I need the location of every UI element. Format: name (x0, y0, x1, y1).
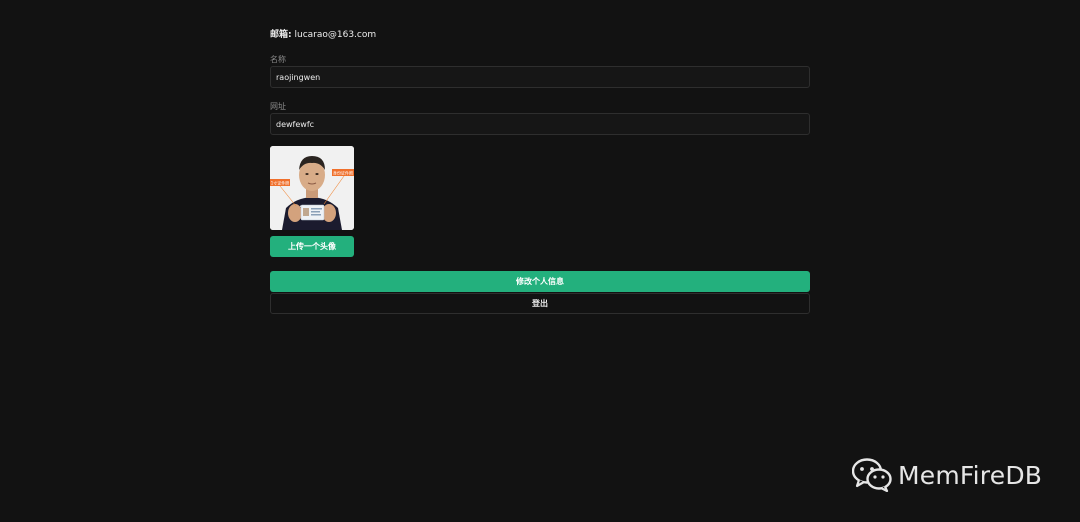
name-input[interactable] (270, 66, 810, 88)
avatar-image: 1寸证件照 身份证件照 (270, 146, 354, 230)
photo-sign-right: 身份证件照 (333, 170, 353, 176)
account-form: 邮箱: lucarao@163.com 名称 网址 (270, 26, 810, 314)
upload-avatar-button[interactable]: 上传一个头像 (270, 236, 354, 257)
update-profile-button[interactable]: 修改个人信息 (270, 271, 810, 292)
website-field-label: 网址 (270, 102, 286, 111)
photo-sign-left: 1寸证件照 (271, 180, 290, 186)
name-field-label: 名称 (270, 55, 286, 64)
watermark-text: MemFireDB (898, 460, 1043, 490)
avatar-photo: 1寸证件照 身份证件照 (270, 146, 354, 230)
website-input[interactable] (270, 113, 810, 135)
logout-button[interactable]: 登出 (270, 293, 810, 314)
email-label: 邮箱: (270, 30, 292, 40)
account-page: 邮箱: lucarao@163.com 名称 网址 (0, 0, 1080, 522)
email-value: lucarao@163.com (294, 30, 377, 40)
watermark: MemFireDB (852, 456, 1042, 494)
wechat-icon (852, 458, 892, 492)
email-display: 邮箱: lucarao@163.com (270, 26, 810, 44)
